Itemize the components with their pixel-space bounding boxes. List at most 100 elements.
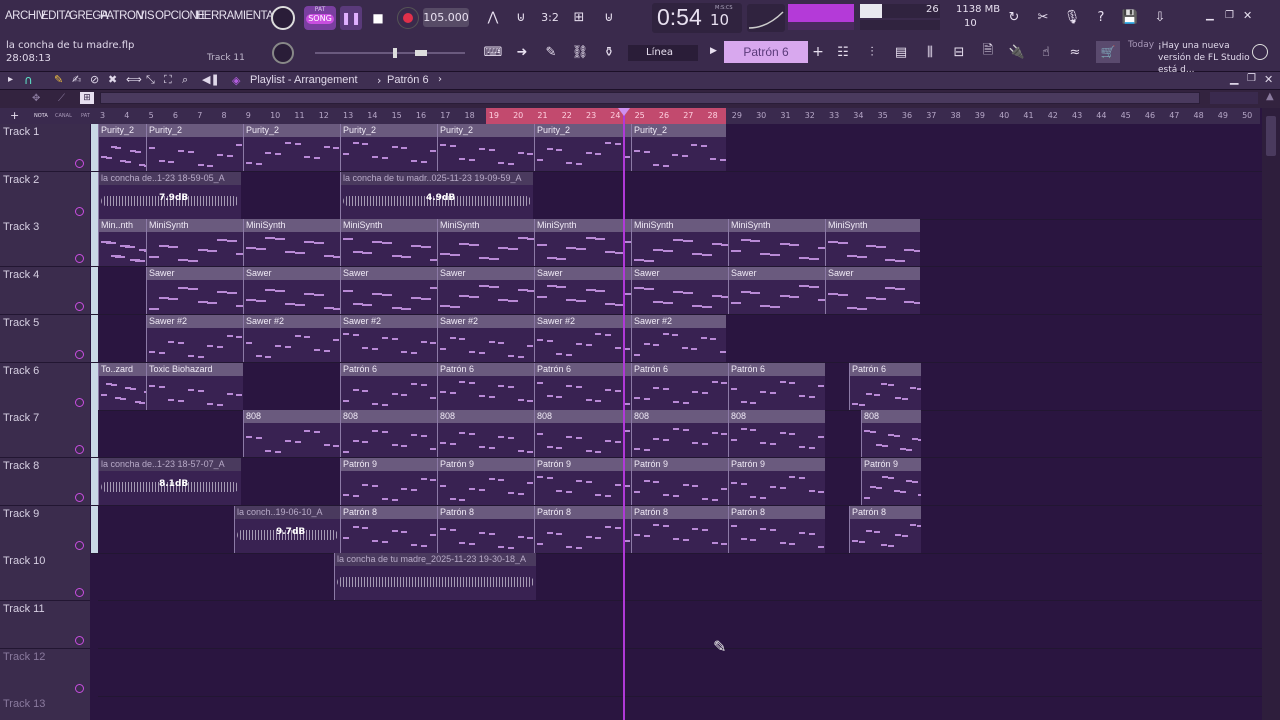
mute-tool-icon[interactable]: ✖ <box>108 73 117 86</box>
menu-tools[interactable]: HERRAMIENTA <box>196 10 274 22</box>
track-lane[interactable]: la concha de tu madre_2025-11-23 19-30-1… <box>98 553 1262 602</box>
pattern-clip[interactable]: MiniSynth <box>825 219 920 267</box>
undo-icon[interactable]: ↻ <box>1002 6 1026 28</box>
pattern-clip[interactable]: Sawer #2 <box>534 314 631 362</box>
menu-view[interactable]: VIS <box>137 10 155 22</box>
track-header[interactable]: Track 13 <box>0 696 90 720</box>
account-icon[interactable] <box>1252 44 1268 60</box>
pattern-clip[interactable]: To..zard <box>98 362 146 410</box>
audio-clip[interactable]: la concha de..1-23 18-57-07_A 8.1dB <box>98 457 241 505</box>
audio-clip[interactable]: la concha de tu madr..025-11-23 19-09-59… <box>340 171 533 219</box>
delete-tool-icon[interactable]: ⊘ <box>90 73 99 86</box>
pattern-selector[interactable]: Patrón 6 <box>724 41 808 63</box>
track-mute-icon[interactable] <box>75 445 84 455</box>
save-icon[interactable]: 💾 <box>1118 6 1142 28</box>
track-lane[interactable]: Min..nth MiniSynth MiniSynth MiniSynth MiniS… <box>98 219 1262 268</box>
track-mute-icon[interactable] <box>75 636 84 645</box>
file-icon[interactable]: 🗎 <box>976 41 1000 63</box>
track-header[interactable]: Track 2 <box>0 171 90 220</box>
playlist-close-icon[interactable]: ✕ <box>1264 73 1273 86</box>
track-header[interactable]: Track 6 <box>0 362 90 411</box>
pattern-clip[interactable]: Patrón 9 <box>631 457 728 505</box>
pattern-clip[interactable]: Patrón 9 <box>728 457 825 505</box>
pattern-clip[interactable]: Sawer <box>825 267 920 315</box>
playhead-marker-icon[interactable] <box>618 108 630 116</box>
pattern-clip[interactable]: Patrón 9 <box>534 457 631 505</box>
track-header[interactable]: Track 8 <box>0 457 90 506</box>
track-color-bar[interactable] <box>91 314 98 363</box>
draw-tool-icon[interactable]: ✎ <box>54 73 63 86</box>
add-track-icon[interactable]: + <box>10 109 19 122</box>
track-header[interactable]: Track 9 <box>0 505 90 554</box>
paint-tool-icon[interactable]: ✍ <box>72 73 81 86</box>
track-mute-icon[interactable] <box>75 588 84 598</box>
track-mute-icon[interactable] <box>75 302 84 312</box>
pattern-clip[interactable]: Sawer #2 <box>437 314 534 362</box>
link-icon[interactable]: ⛓ <box>568 41 592 63</box>
track-header[interactable]: Track 5 <box>0 314 90 363</box>
pattern-clip[interactable]: Patrón 8 <box>728 505 825 553</box>
zoom-tool-icon[interactable]: ⌕ <box>182 73 188 87</box>
track-color-bar[interactable] <box>91 410 98 459</box>
add-pattern-icon[interactable]: + <box>806 41 830 63</box>
wave-icon[interactable]: ≈ <box>1063 41 1087 63</box>
help-icon[interactable]: ? <box>1089 6 1113 28</box>
pattern-clip[interactable]: MiniSynth <box>340 219 437 267</box>
pattern-clip[interactable]: Patrón 6 <box>437 362 534 410</box>
pattern-clip[interactable]: Sawer <box>534 267 631 315</box>
pattern-clip[interactable]: Min..nth <box>98 219 146 267</box>
track-mute-icon[interactable] <box>75 349 84 359</box>
playback-tool-icon[interactable]: ◀❚ <box>202 73 220 86</box>
menu-file[interactable]: ARCHIV <box>5 10 46 22</box>
pattern-clip[interactable]: Purity_2 <box>98 124 146 171</box>
pattern-clip[interactable]: Sawer #2 <box>631 314 726 362</box>
magnet-icon[interactable]: ∩ <box>24 73 33 87</box>
track-mute-icon[interactable] <box>75 540 84 550</box>
mixer-icon[interactable]: ⫼ <box>918 41 942 63</box>
select-tool-icon[interactable]: ⛶ <box>164 73 172 87</box>
track-header[interactable]: Track 1 <box>0 124 90 172</box>
pattern-clip[interactable]: Purity_2 <box>146 124 243 171</box>
pattern-clip[interactable]: 808 <box>243 410 340 458</box>
pattern-clip[interactable]: Sawer <box>243 267 340 315</box>
restore-icon[interactable]: ❐ <box>1225 10 1234 21</box>
pattern-clip[interactable]: Purity_2 <box>534 124 631 171</box>
pattern-clip[interactable]: Patrón 6 <box>534 362 631 410</box>
touch-icon[interactable]: ☝ <box>1034 41 1058 63</box>
track-header[interactable]: Track 10 <box>0 553 90 602</box>
track-lane[interactable] <box>98 649 1262 697</box>
pattern-clip[interactable]: Patrón 8 <box>340 505 437 553</box>
pattern-clip[interactable]: Patrón 6 <box>340 362 437 410</box>
zoom-slider[interactable] <box>315 48 465 58</box>
track-color-bar[interactable] <box>91 171 98 220</box>
pattern-clip[interactable]: Purity_2 <box>631 124 726 171</box>
track-lane[interactable]: Sawer Sawer Sawer Sawer Sawer Sawer Sawer Sawer <box>98 267 1262 316</box>
pattern-clip[interactable]: Patrón 8 <box>631 505 728 553</box>
stop-icon[interactable]: ■ <box>367 6 389 30</box>
snap-selector[interactable]: Línea <box>628 45 698 61</box>
overview-snap-icon[interactable]: ⊞ <box>80 92 94 104</box>
pattern-prev-icon[interactable]: ▶ <box>710 46 717 56</box>
piano-keys-icon[interactable]: ⌨ <box>481 41 505 63</box>
playlist-menu-arrow-icon[interactable]: ▸ <box>8 74 13 85</box>
metronome-icon[interactable]: ⋀ <box>481 6 505 28</box>
pattern-clip[interactable]: Sawer <box>340 267 437 315</box>
playlist-restore-icon[interactable]: ❐ <box>1247 73 1256 84</box>
slip-tool-icon[interactable]: ⟺ <box>126 73 142 86</box>
vertical-scrollbar[interactable] <box>1262 108 1280 720</box>
close-icon[interactable]: ✕ <box>1243 9 1252 22</box>
track-mute-icon[interactable] <box>75 159 84 168</box>
timeline-ruler[interactable]: 3 4 5 6 7 8 9 10 11 12 13 14 15 16 17 18 19 20 21 22 23 24 25 2… <box>98 108 1260 124</box>
track-lane[interactable]: 808 808 808 808 808 808 808 <box>98 410 1262 459</box>
pattern-clip[interactable]: Sawer <box>437 267 534 315</box>
track-lane[interactable]: To..zard Toxic Biohazard Patrón 6 Patrón 6P… <box>98 362 1262 411</box>
pattern-clip[interactable]: Patrón 8 <box>534 505 631 553</box>
minimize-icon[interactable]: ▁ <box>1206 10 1214 21</box>
tempo-display[interactable]: 105.000 <box>423 8 469 27</box>
pattern-clip[interactable]: Toxic Biohazard <box>146 362 243 410</box>
pattern-clip[interactable]: MiniSynth <box>146 219 243 267</box>
pattern-clip[interactable]: Patrón 8 <box>437 505 534 553</box>
pattern-clip[interactable]: MiniSynth <box>728 219 825 267</box>
pattern-clip[interactable]: Purity_2 <box>340 124 437 171</box>
pattern-clip[interactable]: 808 <box>728 410 825 458</box>
